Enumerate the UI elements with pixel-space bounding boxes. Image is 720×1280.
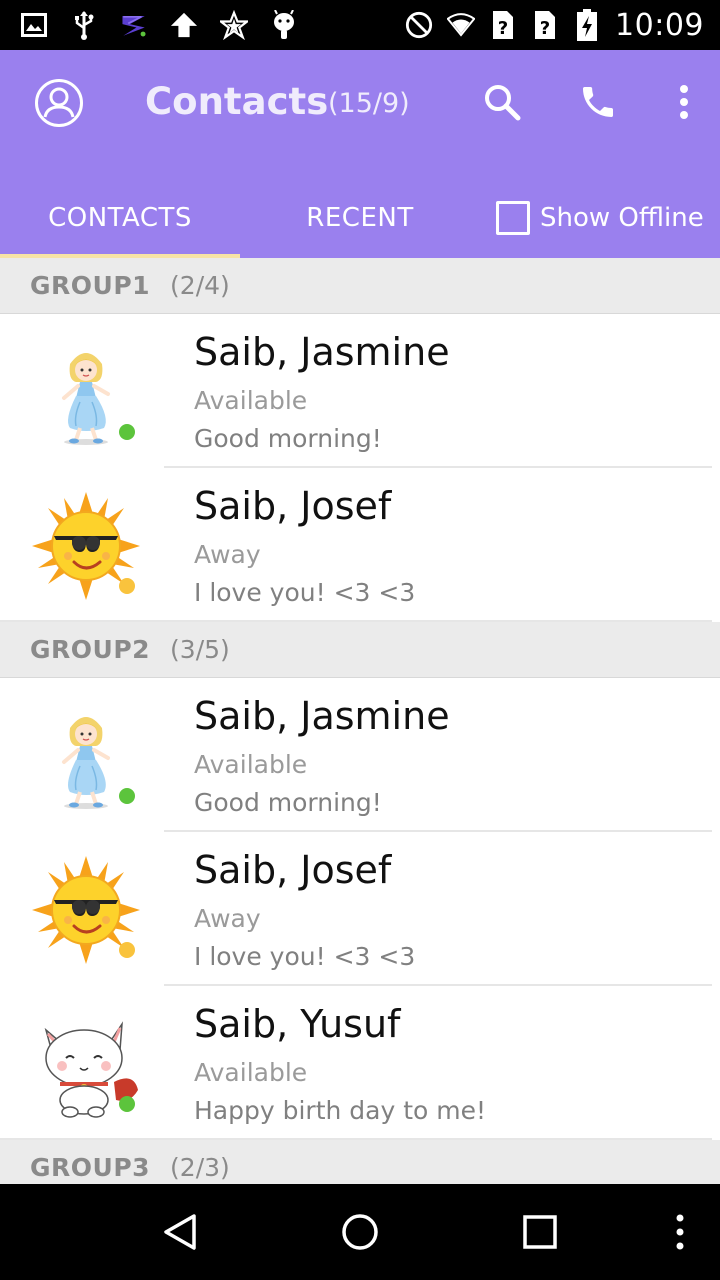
group-header[interactable]: GROUP2 (3/5)	[0, 622, 720, 678]
group-name: GROUP1	[30, 271, 151, 300]
nav-menu-button[interactable]	[656, 1208, 704, 1256]
back-button[interactable]	[156, 1208, 204, 1256]
more-vert-icon	[680, 85, 688, 119]
contact-status: Available	[194, 1058, 308, 1087]
gallery-icon	[20, 11, 48, 39]
show-offline-checkbox[interactable]	[496, 201, 530, 235]
status-time: 10:09	[615, 7, 704, 43]
svg-text:?: ?	[498, 18, 508, 39]
sim1-unknown-icon: ?	[489, 11, 517, 39]
search-icon	[485, 85, 521, 121]
contact-list[interactable]: GROUP1 (2/4) Saib, Jasmine Available Goo…	[0, 258, 720, 1184]
contact-status: Available	[194, 750, 308, 779]
contact-count: (15/9)	[328, 88, 410, 119]
recents-button[interactable]	[516, 1208, 564, 1256]
presence-available-dot	[119, 424, 135, 440]
contact-row[interactable]: Saib, Jasmine Available Good morning!	[0, 678, 720, 832]
presence-available-dot	[119, 1096, 135, 1112]
contact-name: Saib, Josef	[194, 848, 392, 892]
contact-message: I love you! <3 <3	[194, 942, 416, 971]
home-button[interactable]	[336, 1208, 384, 1256]
do-not-disturb-icon	[405, 11, 433, 39]
contact-row[interactable]: Saib, Yusuf Available Happy birth day to…	[0, 986, 720, 1140]
back-triangle-icon	[164, 1214, 196, 1250]
phone-icon	[583, 87, 613, 117]
sim2-unknown-icon: ?	[531, 11, 559, 39]
tab-recent[interactable]: RECENT	[240, 178, 480, 258]
call-button[interactable]	[576, 80, 620, 124]
upload-icon	[170, 11, 198, 39]
contact-name: Saib, Jasmine	[194, 694, 450, 738]
page-title: Contacts	[145, 80, 329, 123]
group-header[interactable]: GROUP3 (2/3)	[0, 1140, 720, 1184]
contact-row[interactable]: Saib, Jasmine Available Good morning!	[0, 314, 720, 468]
contact-name: Saib, Josef	[194, 484, 392, 528]
contact-row[interactable]: Saib, Josef Away I love you! <3 <3	[0, 468, 720, 622]
divider	[0, 620, 712, 622]
contact-name: Saib, Jasmine	[194, 330, 450, 374]
status-bar: ? ? 10:09	[0, 0, 720, 50]
group-count: (3/5)	[170, 635, 230, 664]
show-offline-label: Show Offline	[540, 203, 704, 233]
wifi-icon	[447, 11, 476, 39]
presence-away-dot	[119, 578, 135, 594]
contact-name: Saib, Yusuf	[194, 1002, 401, 1046]
app-s-icon	[120, 11, 148, 39]
search-button[interactable]	[480, 80, 524, 124]
app-bar: Contacts (15/9) CONTACTS RECENT Show Off…	[0, 50, 720, 258]
contact-message: I love you! <3 <3	[194, 578, 416, 607]
show-offline-toggle[interactable]: Show Offline	[496, 178, 704, 258]
presence-away-dot	[119, 942, 135, 958]
account-icon	[35, 79, 83, 127]
star-icon	[220, 10, 248, 40]
usb-icon	[70, 11, 98, 40]
account-button[interactable]	[34, 78, 84, 128]
contact-status: Available	[194, 386, 308, 415]
recents-square-icon	[523, 1215, 557, 1249]
group-name: GROUP2	[30, 635, 151, 664]
contact-status: Away	[194, 904, 261, 933]
group-name: GROUP3	[30, 1153, 151, 1182]
divider	[0, 1138, 712, 1140]
tab-contacts[interactable]: CONTACTS	[0, 178, 240, 258]
status-bar-system: ? ? 10:09	[405, 7, 704, 43]
home-circle-icon	[342, 1214, 378, 1250]
overflow-menu-button[interactable]	[662, 80, 706, 124]
presence-available-dot	[119, 788, 135, 804]
contact-message: Good morning!	[194, 788, 382, 817]
svg-text:?: ?	[540, 18, 550, 39]
contact-row[interactable]: Saib, Josef Away I love you! <3 <3	[0, 832, 720, 986]
contact-message: Good morning!	[194, 424, 382, 453]
status-bar-notifications	[20, 8, 298, 42]
battery-charging-icon	[573, 9, 601, 41]
navigation-bar	[0, 1184, 720, 1280]
group-header[interactable]: GROUP1 (2/4)	[0, 258, 720, 314]
contact-message: Happy birth day to me!	[194, 1096, 487, 1125]
more-vert-icon	[676, 1214, 684, 1250]
group-count: (2/4)	[170, 271, 230, 300]
contact-status: Away	[194, 540, 261, 569]
tab-bar: CONTACTS RECENT Show Offline	[0, 178, 720, 258]
group-count: (2/3)	[170, 1153, 230, 1182]
android-icon	[270, 10, 298, 39]
